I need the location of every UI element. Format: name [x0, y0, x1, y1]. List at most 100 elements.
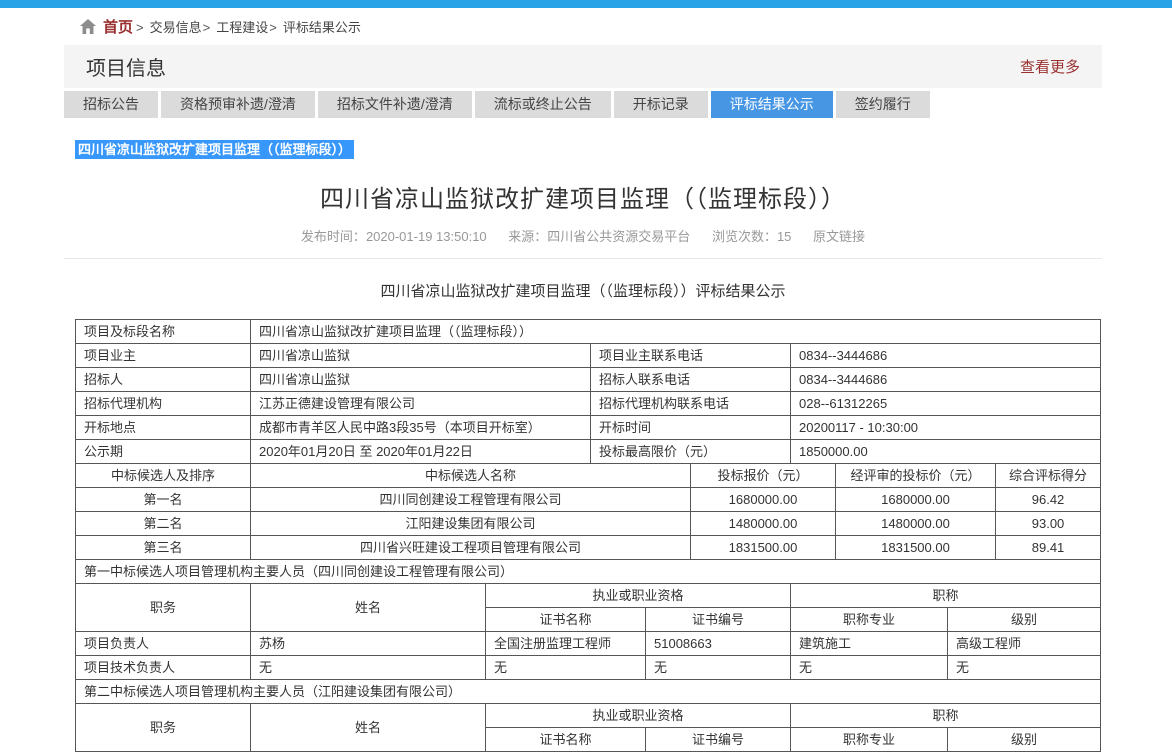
- source-value: 四川省公共资源交易平台: [547, 229, 690, 244]
- table-cell: 四川同创建设工程管理有限公司: [251, 488, 691, 512]
- article-title: 四川省凉山监狱改扩建项目监理（（监理标段））: [64, 179, 1102, 214]
- table-cell: 全国注册监理工程师: [486, 632, 646, 656]
- table-cell: 1831500.00: [836, 536, 996, 560]
- table-cell: 执业或职业资格: [486, 704, 791, 728]
- table-row: 第三名四川省兴旺建设工程项目管理有限公司1831500.001831500.00…: [76, 536, 1101, 560]
- table-cell: 第三名: [76, 536, 251, 560]
- breadcrumb-item[interactable]: 交易信息: [150, 20, 202, 35]
- table-cell: 第一中标候选人项目管理机构主要人员（四川同创建设工程管理有限公司）: [76, 560, 1101, 584]
- table-cell: 第二中标候选人项目管理机构主要人员（江阳建设集团有限公司）: [76, 680, 1101, 704]
- table-row: 项目技术负责人无无无无无: [76, 656, 1101, 680]
- breadcrumb-home-link[interactable]: 首页: [103, 16, 133, 37]
- document-subtitle: 四川省凉山监狱改扩建项目监理（（监理标段））评标结果公示: [64, 280, 1102, 301]
- table-cell: 028--61312265: [791, 392, 1101, 416]
- table-cell: 证书编号: [646, 608, 791, 632]
- results-table: 项目及标段名称四川省凉山监狱改扩建项目监理（（监理标段））项目业主四川省凉山监狱…: [75, 319, 1101, 752]
- table-cell: 无: [948, 656, 1101, 680]
- table-cell: 职务: [76, 704, 251, 752]
- table-row: 项目负责人苏杨全国注册监理工程师51008663建筑施工高级工程师: [76, 632, 1101, 656]
- table-cell: 第二名: [76, 512, 251, 536]
- table-row: 职务姓名执业或职业资格职称: [76, 584, 1101, 608]
- page-title: 项目信息: [86, 52, 166, 81]
- table-cell: 1680000.00: [691, 488, 836, 512]
- article-meta: 发布时间：2020-01-19 13:50:10 来源：四川省公共资源交易平台 …: [64, 226, 1102, 245]
- section-header: 项目信息 查看更多: [64, 45, 1102, 88]
- table-cell: 1680000.00: [836, 488, 996, 512]
- table-cell: 2020年01月20日 至 2020年01月22日: [251, 440, 591, 464]
- tab-item[interactable]: 签约履行: [836, 91, 930, 118]
- table-cell: 1480000.00: [691, 512, 836, 536]
- tab-active[interactable]: 评标结果公示: [711, 91, 833, 118]
- table-row: 开标地点成都市青羊区人民中路3段35号（本项目开标室）开标时间20200117 …: [76, 416, 1101, 440]
- home-icon: [80, 19, 96, 34]
- view-more-link[interactable]: 查看更多: [1020, 56, 1080, 77]
- table-cell: 投标报价（元）: [691, 464, 836, 488]
- table-cell: 项目负责人: [76, 632, 251, 656]
- table-cell: 96.42: [996, 488, 1101, 512]
- selected-link-row: 四川省凉山监狱改扩建项目监理（（监理标段））: [75, 139, 1102, 159]
- project-result-link[interactable]: 四川省凉山监狱改扩建项目监理（（监理标段））: [75, 140, 354, 159]
- breadcrumb-item[interactable]: 评标结果公示: [283, 20, 361, 35]
- table-cell: 四川省凉山监狱: [251, 344, 591, 368]
- table-row: 中标候选人及排序中标候选人名称投标报价（元）经评审的投标价（元）综合评标得分: [76, 464, 1101, 488]
- table-cell: 职称: [791, 584, 1101, 608]
- tab-item[interactable]: 招标公告: [64, 91, 158, 118]
- table-cell: 级别: [948, 728, 1101, 752]
- tab-item[interactable]: 资格预审补遗/澄清: [161, 91, 315, 118]
- table-cell: 经评审的投标价（元）: [836, 464, 996, 488]
- source-label: 来源：: [508, 229, 547, 244]
- publish-time-label: 发布时间：: [301, 229, 366, 244]
- table-cell: 公示期: [76, 440, 251, 464]
- table-cell: 项目及标段名称: [76, 320, 251, 344]
- table-cell: 高级工程师: [948, 632, 1101, 656]
- table-cell: 51008663: [646, 632, 791, 656]
- table-cell: 招标人: [76, 368, 251, 392]
- table-cell: 职务: [76, 584, 251, 632]
- table-cell: 项目业主联系电话: [591, 344, 791, 368]
- tab-item[interactable]: 开标记录: [614, 91, 708, 118]
- table-row: 第一中标候选人项目管理机构主要人员（四川同创建设工程管理有限公司）: [76, 560, 1101, 584]
- table-cell: 开标时间: [591, 416, 791, 440]
- breadcrumb-separator: >: [136, 20, 144, 35]
- table-cell: 开标地点: [76, 416, 251, 440]
- meta-divider: [64, 258, 1102, 259]
- table-cell: 无: [251, 656, 486, 680]
- table-cell: 姓名: [251, 584, 486, 632]
- table-cell: 项目技术负责人: [76, 656, 251, 680]
- table-row: 职务姓名执业或职业资格职称: [76, 704, 1101, 728]
- table-cell: 中标候选人名称: [251, 464, 691, 488]
- table-cell: 级别: [948, 608, 1101, 632]
- tab-item[interactable]: 招标文件补遗/澄清: [318, 91, 472, 118]
- table-cell: 职称: [791, 704, 1101, 728]
- table-cell: 无: [791, 656, 948, 680]
- table-cell: 综合评标得分: [996, 464, 1101, 488]
- content-container: 项目信息 查看更多 招标公告资格预审补遗/澄清招标文件补遗/澄清流标或终止公告开…: [64, 45, 1102, 752]
- table-cell: 成都市青羊区人民中路3段35号（本项目开标室）: [251, 416, 591, 440]
- breadcrumb-items: >交易信息>工程建设>评标结果公示: [135, 17, 361, 36]
- table-row: 第二中标候选人项目管理机构主要人员（江阳建设集团有限公司）: [76, 680, 1101, 704]
- table-cell: 89.41: [996, 536, 1101, 560]
- table-row: 项目业主四川省凉山监狱项目业主联系电话0834--3444686: [76, 344, 1101, 368]
- original-link[interactable]: 原文链接: [813, 229, 865, 244]
- table-row: 招标人四川省凉山监狱招标人联系电话0834--3444686: [76, 368, 1101, 392]
- table-cell: 四川省兴旺建设工程项目管理有限公司: [251, 536, 691, 560]
- table-cell: 无: [646, 656, 791, 680]
- table-cell: 招标人联系电话: [591, 368, 791, 392]
- table-cell: 证书名称: [486, 608, 646, 632]
- table-cell: 1831500.00: [691, 536, 836, 560]
- breadcrumb-separator: >: [269, 20, 277, 35]
- publish-time-value: 2020-01-19 13:50:10: [366, 229, 487, 244]
- breadcrumb-item[interactable]: 工程建设: [216, 20, 268, 35]
- table-row: 第一名四川同创建设工程管理有限公司1680000.001680000.0096.…: [76, 488, 1101, 512]
- table-cell: 江阳建设集团有限公司: [251, 512, 691, 536]
- table-cell: 执业或职业资格: [486, 584, 791, 608]
- tab-bar: 招标公告资格预审补遗/澄清招标文件补遗/澄清流标或终止公告开标记录评标结果公示签…: [64, 91, 1102, 118]
- top-accent-bar: [0, 0, 1172, 8]
- table-cell: 苏杨: [251, 632, 486, 656]
- table-cell: 93.00: [996, 512, 1101, 536]
- table-row: 招标代理机构江苏正德建设管理有限公司招标代理机构联系电话028--6131226…: [76, 392, 1101, 416]
- tab-item[interactable]: 流标或终止公告: [475, 91, 611, 118]
- table-cell: 职称专业: [791, 608, 948, 632]
- table-cell: 无: [486, 656, 646, 680]
- table-cell: 第一名: [76, 488, 251, 512]
